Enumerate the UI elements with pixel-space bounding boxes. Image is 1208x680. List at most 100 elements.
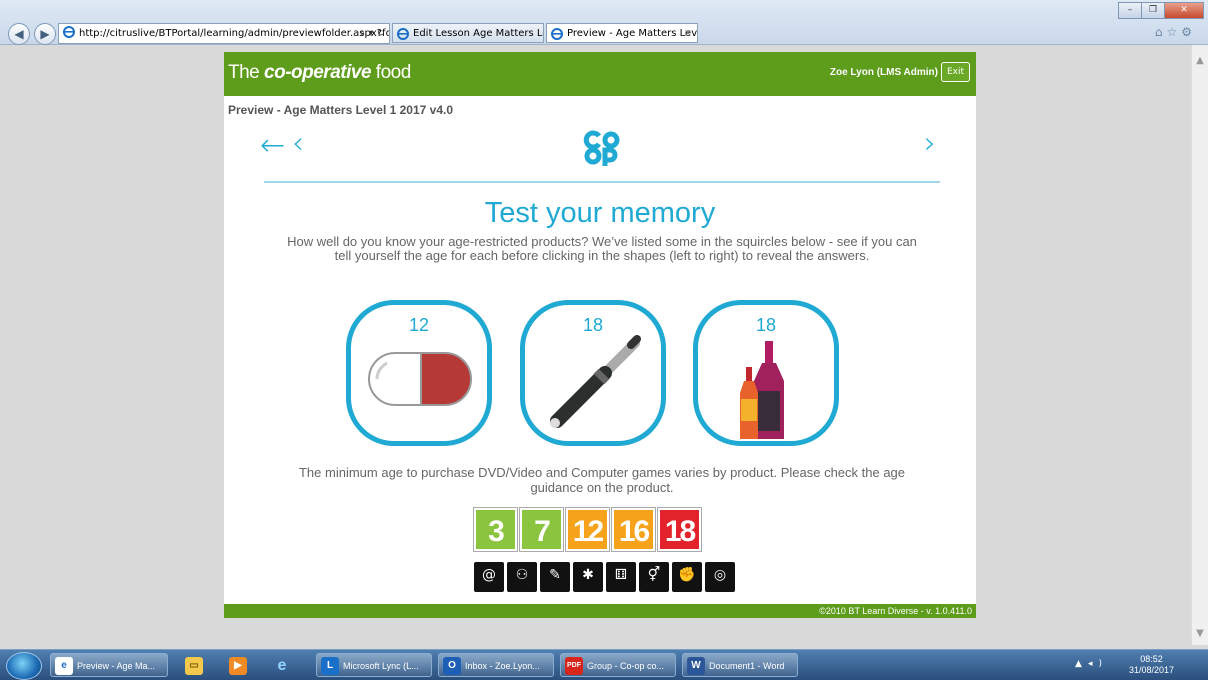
explorer-icon: ▭ bbox=[185, 657, 203, 675]
ie-icon bbox=[397, 28, 409, 40]
brand-name: co-operative bbox=[264, 62, 372, 83]
ie-icon: e bbox=[277, 657, 287, 674]
close-window-button[interactable]: ✕ bbox=[1164, 2, 1204, 19]
tray-icons: ▲◂) bbox=[1075, 659, 1108, 669]
page-scrollbar[interactable]: ▲ ▼ bbox=[1191, 45, 1208, 645]
address-bar[interactable]: http://citruslive/BTPortal/learning/admi… bbox=[58, 23, 390, 44]
taskbar-item-outlook[interactable]: O Inbox - Zoe.Lyon... bbox=[438, 653, 554, 677]
tab-label: Preview - Age Matters Leve... bbox=[567, 28, 698, 39]
tab-label: Edit Lesson Age Matters Level ... bbox=[413, 28, 543, 39]
gear-icon[interactable]: ⚙ bbox=[1181, 25, 1196, 39]
pegi-16-icon: 16 bbox=[611, 507, 656, 552]
ie-icon bbox=[551, 28, 563, 40]
slide-content: ← ‹ › Test your memory How well do you k… bbox=[224, 122, 976, 604]
coop-logo-icon bbox=[583, 130, 620, 166]
squircle-alcohol[interactable]: 18 bbox=[693, 300, 839, 446]
forward-button[interactable]: ▶ bbox=[34, 23, 56, 45]
exit-button[interactable]: Exit bbox=[940, 62, 970, 82]
pdf-icon: PDF bbox=[565, 657, 583, 675]
volume-icon[interactable]: ◂) bbox=[1088, 659, 1108, 669]
taskbar-item-ie[interactable]: e bbox=[262, 653, 300, 677]
pegi-ratings: 3 7 12 16 18 bbox=[473, 507, 702, 552]
clock[interactable]: 08:52 31/08/2017 bbox=[1129, 654, 1174, 676]
drugs-icon: ✎ bbox=[540, 562, 570, 592]
slide-heading: Test your memory bbox=[484, 197, 716, 229]
squircle-e-cigarette[interactable]: 18 bbox=[520, 300, 666, 446]
ie-icon bbox=[63, 26, 75, 38]
restore-button[interactable]: ❐ bbox=[1141, 2, 1165, 19]
e-cigarette-icon bbox=[550, 335, 641, 428]
favorites-icon[interactable]: ☆ bbox=[1166, 25, 1181, 39]
brand-suffix: food bbox=[375, 62, 411, 83]
violence-icon: ✊ bbox=[672, 562, 702, 592]
browser-tools: ⌂☆⚙ bbox=[1155, 25, 1196, 39]
taskbar-label: Preview - Age Ma... bbox=[77, 661, 156, 671]
gambling-icon: ⚅ bbox=[606, 562, 636, 592]
age-label: 18 bbox=[755, 315, 777, 335]
window-controls: – ❐ ✕ bbox=[1118, 2, 1204, 19]
refresh-icon[interactable]: ↻ bbox=[377, 28, 385, 39]
lms-preview-window: The co-operative food Zoe Lyon (LMS Admi… bbox=[224, 52, 976, 618]
divider bbox=[264, 181, 940, 183]
scroll-up-icon[interactable]: ▲ bbox=[1192, 55, 1208, 66]
slide-intro: How well do you know your age-restricted… bbox=[287, 234, 917, 263]
discrimination-icon: ⚇ bbox=[507, 562, 537, 592]
browser-chrome: – ❐ ✕ ◀ ▶ http://citruslive/BTPortal/lea… bbox=[0, 0, 1208, 45]
ie-icon: e bbox=[55, 657, 73, 675]
clock-time: 08:52 bbox=[1140, 654, 1163, 664]
medicine-capsule-icon bbox=[368, 352, 472, 406]
taskbar-item-word[interactable]: W Document1 - Word bbox=[682, 653, 798, 677]
brand-header: The co-operative food Zoe Lyon (LMS Admi… bbox=[224, 52, 976, 96]
pegi-12-icon: 12 bbox=[565, 507, 610, 552]
min-age-text: The minimum age to purchase DVD/Video an… bbox=[298, 465, 906, 495]
taskbar-item-media-player[interactable]: ▶ bbox=[218, 653, 256, 677]
taskbar-label: Microsoft Lync (L... bbox=[343, 661, 419, 671]
word-icon: W bbox=[687, 657, 705, 675]
home-icon[interactable]: ⌂ bbox=[1155, 25, 1167, 39]
taskbar-item-pdf[interactable]: PDF Group - Co-op co... bbox=[560, 653, 676, 677]
search-icon[interactable]: ⌕ bbox=[360, 28, 366, 39]
taskbar-label: Inbox - Zoe.Lyon... bbox=[465, 661, 540, 671]
scroll-down-icon[interactable]: ▼ bbox=[1192, 628, 1208, 639]
taskbar-item-lync[interactable]: L Microsoft Lync (L... bbox=[316, 653, 432, 677]
pegi-7-icon: 7 bbox=[519, 507, 564, 552]
fear-icon: ✱ bbox=[573, 562, 603, 592]
pegi-18-icon: 18 bbox=[657, 507, 702, 552]
taskbar-item-preview[interactable]: e Preview - Age Ma... bbox=[50, 653, 168, 677]
media-player-icon: ▶ bbox=[229, 657, 247, 675]
back-arrow-icon: ◀ bbox=[14, 27, 24, 41]
clock-date: 31/08/2017 bbox=[1128, 665, 1174, 675]
taskbar-item-explorer[interactable]: ▭ bbox=[174, 653, 212, 677]
back-to-start-button[interactable]: ← bbox=[260, 128, 285, 163]
bad-language-icon: @ bbox=[474, 562, 504, 592]
pegi-descriptors: @ ⚇ ✎ ✱ ⚅ ⚥ ✊ ◎ bbox=[474, 562, 735, 592]
alcohol-bottles-icon bbox=[740, 341, 784, 439]
back-button[interactable]: ◀ bbox=[8, 23, 30, 45]
brand-logo: The co-operative food bbox=[228, 62, 411, 84]
taskbar-label: Group - Co-op co... bbox=[587, 661, 665, 671]
minimize-button[interactable]: – bbox=[1118, 2, 1142, 19]
address-tools[interactable]: ⌕ ▾ ↻ bbox=[360, 24, 385, 43]
start-button[interactable] bbox=[6, 652, 42, 680]
lync-icon: L bbox=[321, 657, 339, 675]
user-name: Zoe Lyon (LMS Admin) bbox=[829, 67, 938, 78]
next-slide-button[interactable]: › bbox=[924, 126, 936, 161]
squircle-medicine[interactable]: 12 bbox=[346, 300, 492, 446]
tab-preview[interactable]: Preview - Age Matters Leve... × bbox=[546, 23, 698, 43]
age-label: 12 bbox=[408, 315, 430, 335]
taskbar-label: Document1 - Word bbox=[709, 661, 785, 671]
address-url: http://citruslive/BTPortal/learning/admi… bbox=[79, 28, 390, 39]
forward-arrow-icon: ▶ bbox=[40, 27, 50, 41]
taskbar: e Preview - Age Ma... ▭ ▶ e L Microsoft … bbox=[0, 649, 1208, 680]
page-title: Preview - Age Matters Level 1 2017 v4.0 bbox=[228, 103, 454, 117]
close-tab-icon[interactable]: × bbox=[684, 24, 692, 42]
pegi-3-icon: 3 bbox=[473, 507, 518, 552]
online-icon: ◎ bbox=[705, 562, 735, 592]
outlook-icon: O bbox=[443, 657, 461, 675]
brand-prefix: The bbox=[228, 62, 260, 83]
footer: ©2010 BT Learn Diverse - v. 1.0.411.0 bbox=[224, 604, 976, 618]
previous-slide-button[interactable]: ‹ bbox=[292, 126, 304, 161]
sex-icon: ⚥ bbox=[639, 562, 669, 592]
tab-edit-lesson[interactable]: Edit Lesson Age Matters Level ... bbox=[392, 23, 544, 43]
show-hidden-icons-icon[interactable]: ▲ bbox=[1075, 659, 1088, 669]
